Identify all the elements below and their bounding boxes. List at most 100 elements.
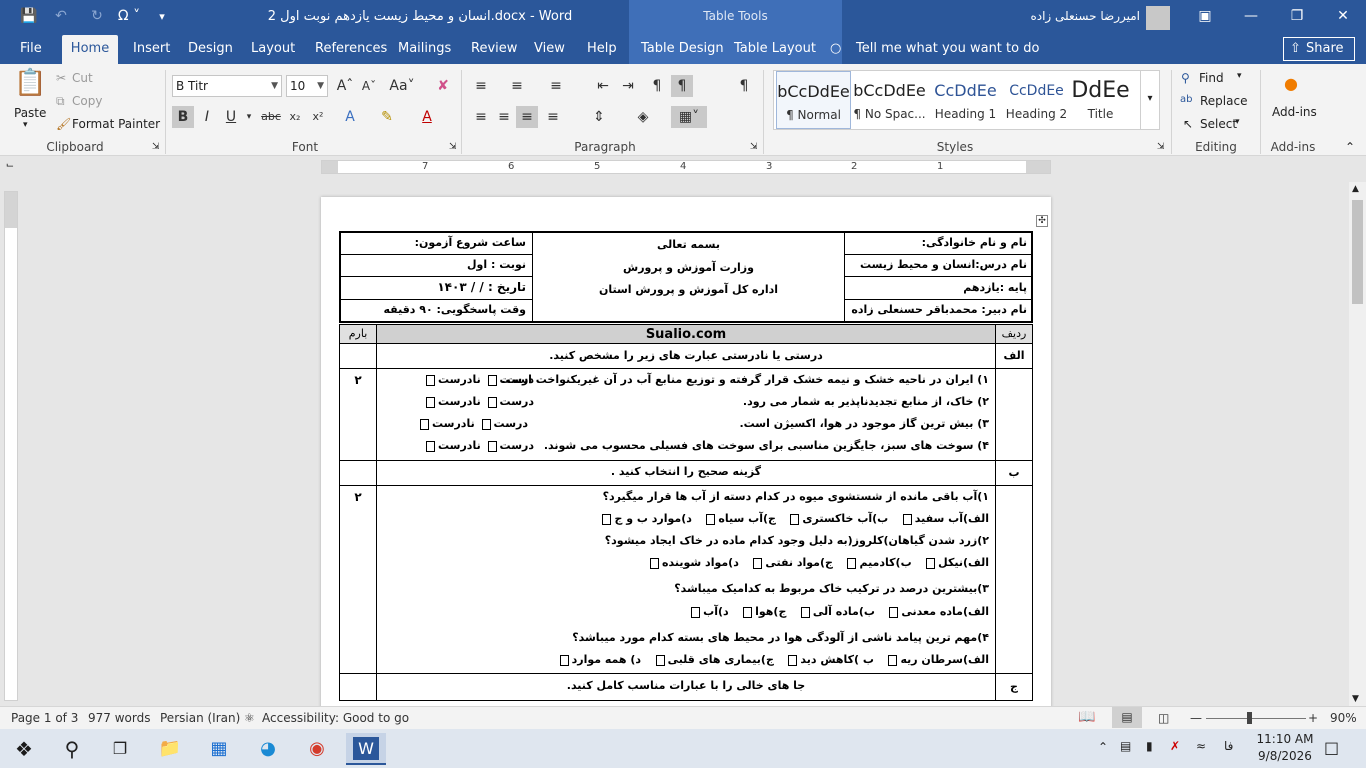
save-icon[interactable]: 💾 <box>16 0 42 35</box>
style-title[interactable]: DdEe Title <box>1063 71 1138 129</box>
checkbox[interactable] <box>426 374 435 386</box>
options-b1[interactable]: الف)آب سفید ب)آب خاکستری ج)آب سیاه د)موا… <box>599 512 989 525</box>
field-name[interactable]: نام و نام خانوادگی: <box>844 232 1032 255</box>
styles-more-icon[interactable]: ▾ <box>1140 71 1159 129</box>
checkbox[interactable] <box>888 654 898 666</box>
zoom-slider[interactable] <box>1206 718 1306 719</box>
tab-review[interactable]: Review <box>471 35 517 64</box>
checkbox[interactable] <box>602 513 612 525</box>
zoom-slider-thumb[interactable] <box>1247 712 1252 724</box>
font-name-combo[interactable]: B Titr ▼ <box>172 75 282 97</box>
rtl-icon[interactable]: ¶ <box>671 75 693 97</box>
field-grade[interactable]: پایه :یازدهم <box>844 276 1032 300</box>
checkbox[interactable] <box>426 440 435 452</box>
minimize-icon[interactable]: — <box>1236 0 1266 35</box>
checkbox[interactable] <box>487 396 497 408</box>
cut-button[interactable]: Cut <box>72 71 93 85</box>
horizontal-ruler[interactable]: 7 6 5 4 3 2 1 <box>321 160 1051 174</box>
customize-qat-icon[interactable]: ▾ <box>152 0 172 35</box>
network-icon[interactable]: ▤ <box>1120 739 1131 753</box>
checkbox[interactable] <box>420 418 429 430</box>
field-term[interactable]: نوبت : اول <box>340 254 533 277</box>
redo-icon[interactable]: ↻ <box>84 0 110 35</box>
style-normal[interactable]: bCcDdEe ¶ Normal <box>776 71 851 129</box>
avatar[interactable] <box>1146 6 1170 30</box>
section-b-title[interactable]: گزینه صحیح را انتخاب کنید . <box>376 460 996 486</box>
checkbox[interactable] <box>691 606 701 618</box>
font-color-icon[interactable]: A <box>416 106 438 128</box>
style-no-spacing[interactable]: bCcDdEe ¶ No Spac... <box>852 71 927 129</box>
select-button[interactable]: Select <box>1200 117 1237 131</box>
battery-icon[interactable]: ▮ <box>1146 739 1153 753</box>
edge-icon[interactable]: ◕ <box>248 733 288 765</box>
language-indicator[interactable]: Persian (Iran) <box>160 711 240 725</box>
options-b4[interactable]: الف)سرطان ریه ب )کاهش دید ج)بیماری های ق… <box>557 653 989 666</box>
section-c-title[interactable]: جا های خالی را با عبارات مناسب کامل کنید… <box>376 673 996 701</box>
checkbox[interactable] <box>426 396 435 408</box>
scroll-down-icon[interactable]: ▼ <box>1352 694 1359 704</box>
chrome-icon[interactable]: ◉ <box>297 733 337 765</box>
answer-a3[interactable]: درست نادرست <box>417 417 528 430</box>
zoom-in-icon[interactable]: + <box>1308 711 1318 725</box>
share-button[interactable]: ⇧ Share <box>1283 37 1355 61</box>
checkbox[interactable] <box>487 440 497 452</box>
zoom-out-icon[interactable]: — <box>1190 711 1202 725</box>
subscript-icon[interactable]: x₂ <box>284 106 306 128</box>
copy-button[interactable]: Copy <box>72 94 102 108</box>
font-size-combo[interactable]: 10 ▼ <box>286 75 328 97</box>
style-heading-1[interactable]: CcDdEe Heading 1 <box>928 71 1003 129</box>
notifications-icon[interactable]: □ <box>1324 738 1339 757</box>
checkbox[interactable] <box>902 513 912 525</box>
symbol-icon[interactable]: Ω ˅ <box>112 0 146 35</box>
section-a-title[interactable]: درستی یا نادرستی عبارت های زیر را مشخص ک… <box>376 343 996 369</box>
italic-icon[interactable]: I <box>196 106 218 128</box>
vertical-scrollbar[interactable]: ▲ ▼ <box>1349 182 1366 706</box>
scroll-up-icon[interactable]: ▲ <box>1352 184 1359 194</box>
answer-a1[interactable]: درست نادرست <box>423 373 534 386</box>
section-b-body[interactable]: ۱)آب باقی مانده از شستشوی میوه در کدام د… <box>376 485 996 674</box>
checkbox[interactable] <box>559 654 569 666</box>
checkbox[interactable] <box>788 654 798 666</box>
tab-mailings[interactable]: Mailings <box>398 35 451 64</box>
change-case-icon[interactable]: Aa˅ <box>387 75 417 97</box>
search-icon[interactable]: ⚲ <box>52 733 92 765</box>
checkbox[interactable] <box>847 557 857 569</box>
volume-icon[interactable]: ✗ <box>1170 739 1180 753</box>
justify-icon[interactable]: ≡ <box>542 106 564 128</box>
field-date[interactable]: تاریخ : / / ۱۴۰۳ <box>340 276 533 300</box>
show-marks-icon[interactable]: ¶ <box>733 75 755 97</box>
font-launcher-icon[interactable]: ⇲ <box>449 142 457 152</box>
task-view-icon[interactable]: ❐ <box>100 733 140 765</box>
word-taskbar-icon[interactable]: W <box>346 733 386 765</box>
clipboard-launcher-icon[interactable]: ⇲ <box>152 142 160 152</box>
clock-date[interactable]: 9/8/2026 <box>1256 749 1314 763</box>
file-explorer-icon[interactable]: 📁 <box>150 733 190 765</box>
chevron-down-icon[interactable]: ▾ <box>1237 71 1242 81</box>
accessibility-status[interactable]: Accessibility: Good to go <box>262 711 409 725</box>
checkbox[interactable] <box>790 513 800 525</box>
scrollbar-thumb[interactable] <box>1352 200 1363 304</box>
bold-icon[interactable]: B <box>172 106 194 128</box>
document-page[interactable]: ✣ نام و نام خانوادگی: نام درس:انسان و مح… <box>321 197 1051 717</box>
tab-help[interactable]: Help <box>587 35 617 64</box>
field-teacher[interactable]: نام دبیر: محمدباقر حسنعلی زاده <box>844 299 1032 322</box>
checkbox[interactable] <box>655 654 665 666</box>
highlight-icon[interactable]: ✎ <box>376 106 398 128</box>
page-count[interactable]: Page 1 of 3 <box>11 711 78 725</box>
options-b3[interactable]: الف)ماده معدنی ب)ماده آلی ج)هوا د)آب <box>688 605 989 618</box>
tab-table-design[interactable]: Table Design <box>641 35 724 64</box>
line-spacing-icon[interactable]: ⇕ <box>588 106 610 128</box>
increase-indent-icon[interactable]: ⇥ <box>617 75 639 97</box>
tab-references[interactable]: References <box>315 35 387 64</box>
tab-layout[interactable]: Layout <box>251 35 295 64</box>
addins-button[interactable]: Add-ins <box>1272 105 1317 119</box>
zoom-level[interactable]: 90% <box>1330 711 1357 725</box>
superscript-icon[interactable]: x² <box>307 106 329 128</box>
checkbox[interactable] <box>926 557 936 569</box>
table-move-handle-icon[interactable]: ✣ <box>1036 215 1048 227</box>
store-icon[interactable]: ▦ <box>199 733 239 765</box>
windows-start-icon[interactable]: ❖ <box>4 733 44 765</box>
decrease-indent-icon[interactable]: ⇤ <box>592 75 614 97</box>
vertical-ruler[interactable] <box>4 191 18 701</box>
bullets-icon[interactable]: ≡ <box>470 75 492 97</box>
